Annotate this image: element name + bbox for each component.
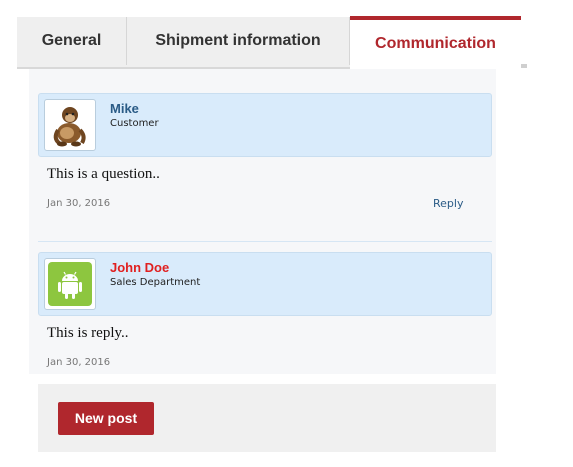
message-text: This is a question.. <box>47 166 160 182</box>
new-post-button[interactable]: New post <box>58 402 154 435</box>
message-date: Jan 30, 2016 <box>47 357 111 368</box>
footer-bar: New post <box>38 384 496 452</box>
avatar <box>44 258 96 310</box>
author-role: Sales Department <box>110 277 201 288</box>
monkey-avatar-icon <box>53 107 86 147</box>
tab-general[interactable]: General <box>17 17 127 65</box>
tab-communication[interactable]: Communication <box>350 16 521 71</box>
tab-bar-edge <box>521 64 527 68</box>
author-name: Mike <box>110 101 139 116</box>
author-role: Customer <box>110 118 159 129</box>
message-divider <box>38 241 492 242</box>
android-icon <box>48 262 92 306</box>
tab-bar: General Shipment information Communicati… <box>17 16 521 71</box>
message-text: This is reply.. <box>47 325 129 341</box>
message-date: Jan 30, 2016 <box>47 198 111 209</box>
message-header: John Doe Sales Department <box>38 252 492 316</box>
author-name: John Doe <box>110 260 170 275</box>
message-header: Mike Customer <box>38 93 492 157</box>
communication-panel: Mike Customer This is a question.. Jan 3… <box>29 69 496 374</box>
tab-shipment-information[interactable]: Shipment information <box>127 17 350 65</box>
reply-link[interactable]: Reply <box>433 197 463 210</box>
avatar <box>44 99 96 151</box>
